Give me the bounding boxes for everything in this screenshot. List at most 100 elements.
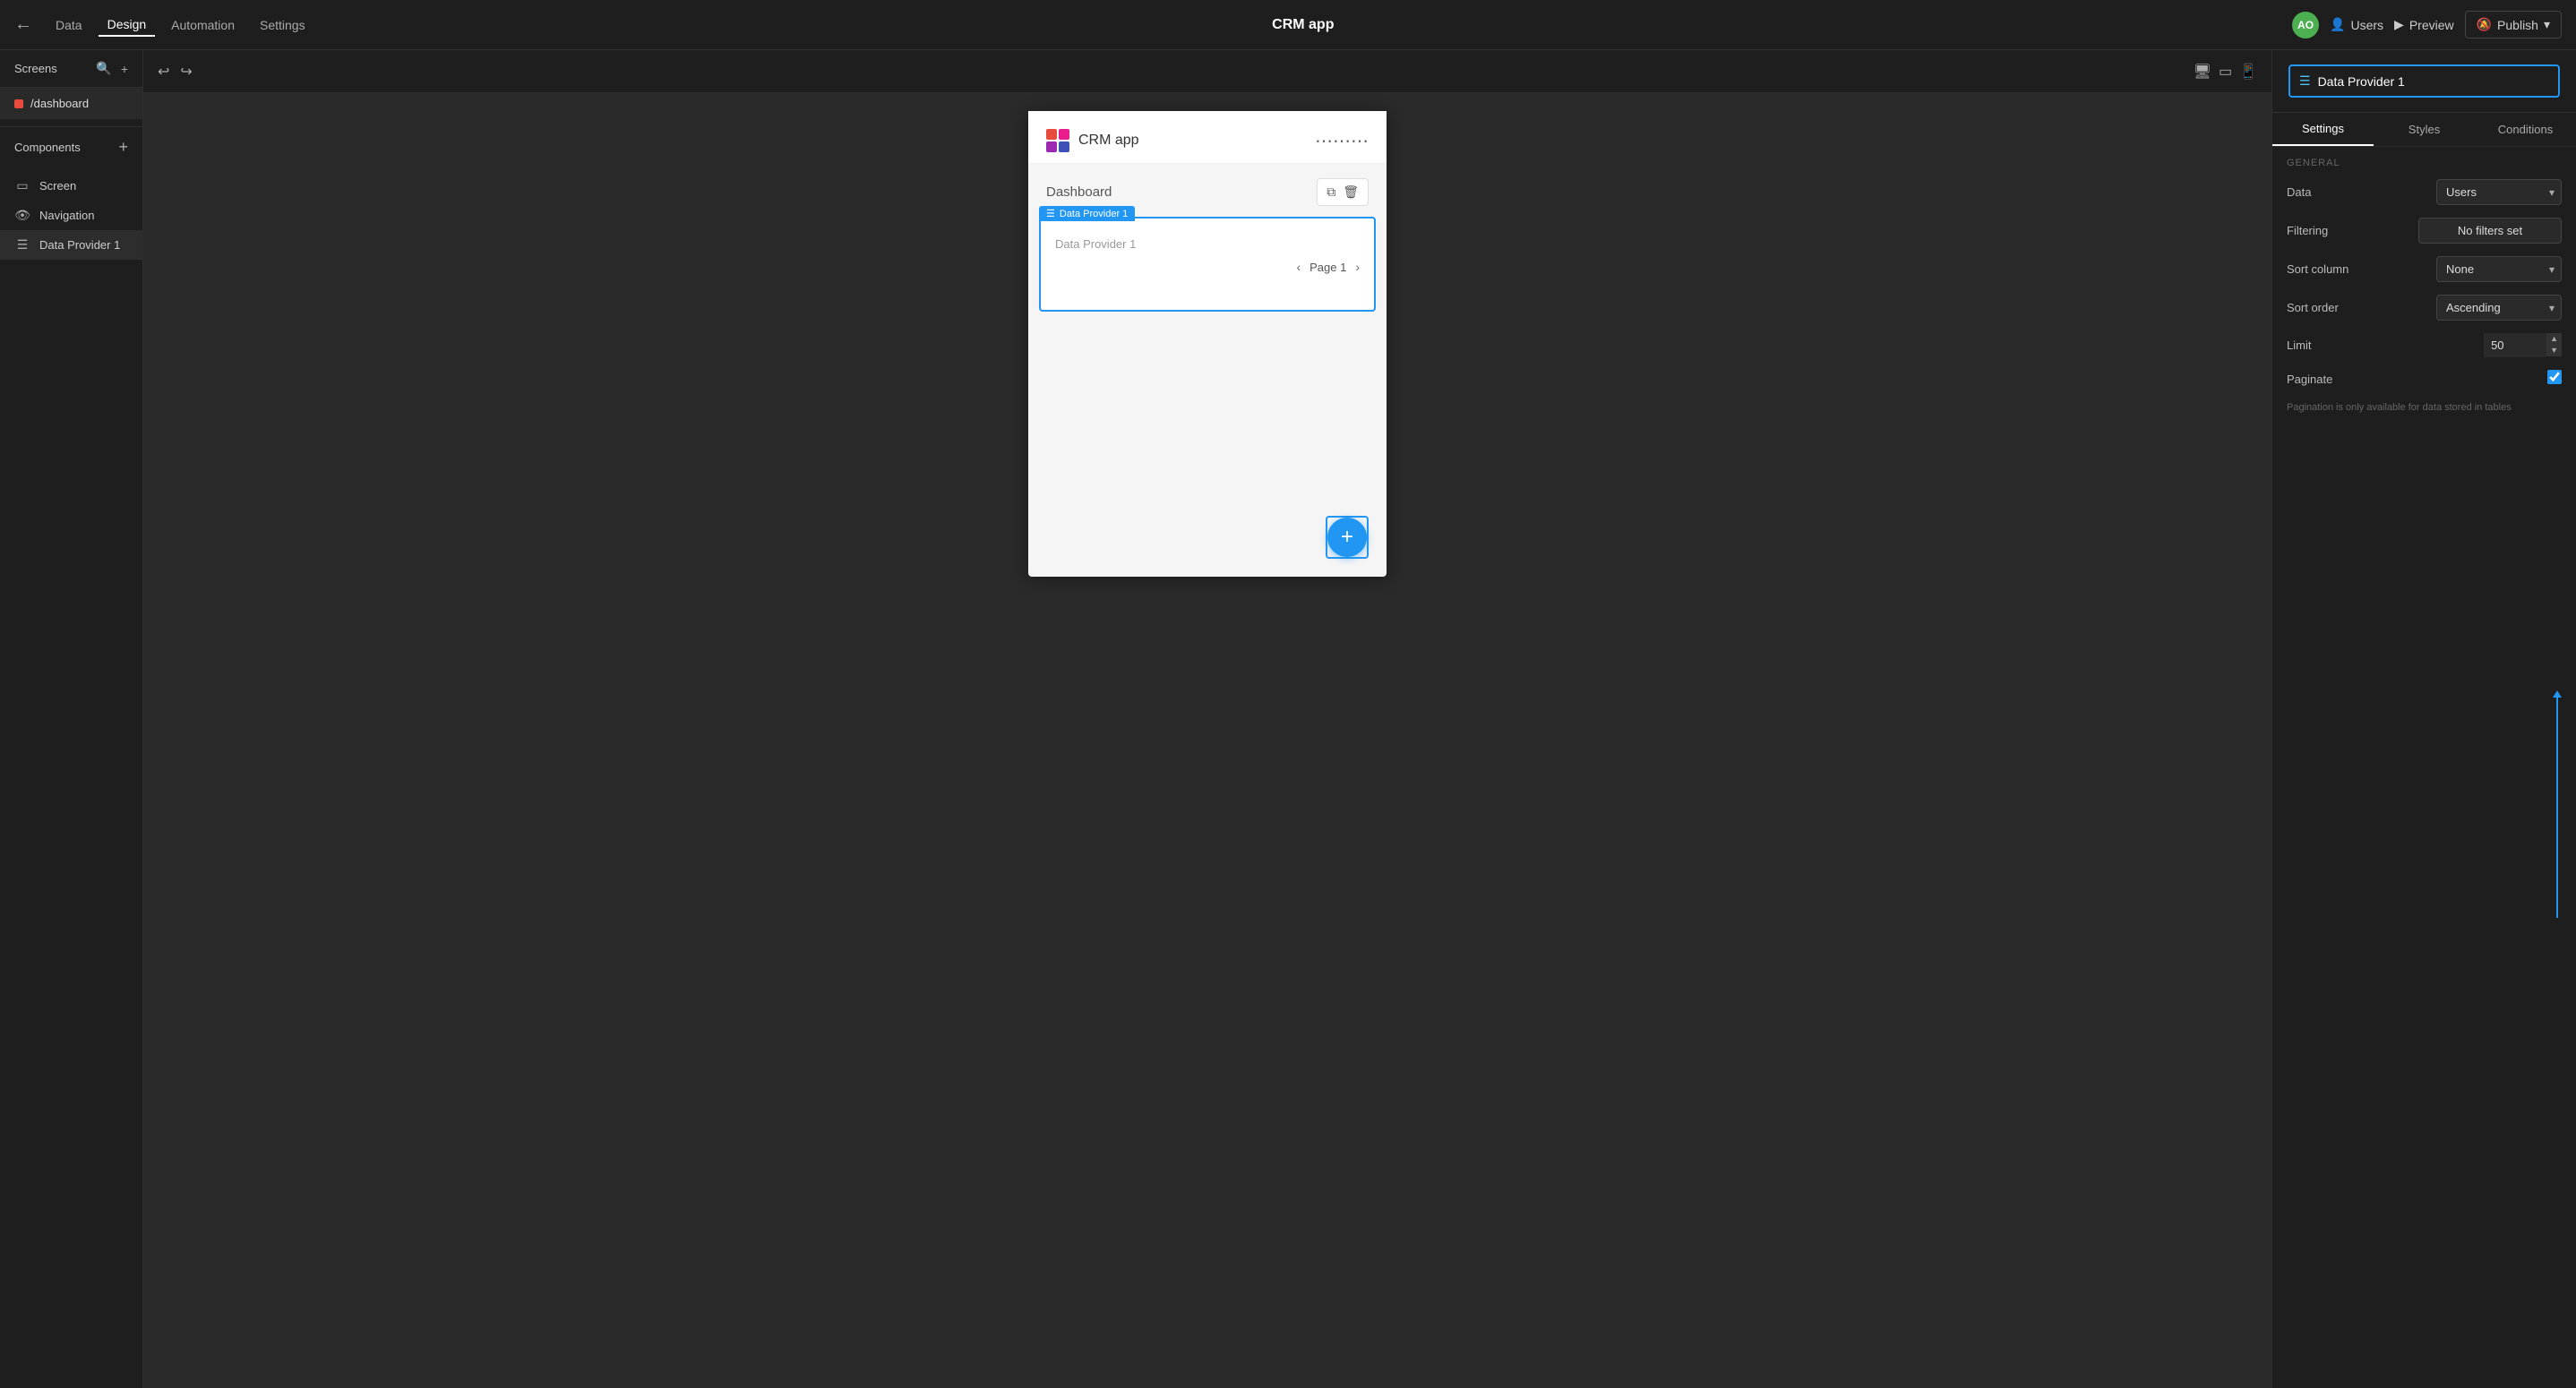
- limit-decrement-button[interactable]: ▼: [2546, 345, 2562, 356]
- fab-area: +: [1326, 516, 1369, 559]
- top-nav-right: AO 👤 Users ▶ Preview 🔕 Publish ▾: [2292, 11, 2562, 39]
- filter-button[interactable]: No filters set: [2418, 218, 2562, 244]
- component-item-dataprovider[interactable]: ☰ Data Provider 1: [0, 230, 142, 260]
- top-navigation: ← Data Design Automation Settings CRM ap…: [0, 0, 2576, 50]
- rph-title: Data Provider 1: [2318, 74, 2549, 89]
- data-setting-row: Data Users: [2287, 179, 2562, 205]
- desktop-view-button[interactable]: 🖥: [2194, 63, 2211, 81]
- logo-sq-red: [1046, 129, 1057, 140]
- nav-automation[interactable]: Automation: [162, 14, 244, 36]
- panel-tabs: Settings Styles Conditions: [2272, 113, 2576, 147]
- fab-button[interactable]: +: [1327, 518, 1367, 557]
- logo-sq-blue: [1059, 141, 1069, 152]
- nav-data[interactable]: Data: [47, 14, 91, 36]
- sort-column-dropdown[interactable]: None: [2436, 256, 2562, 282]
- preview-icon: ▶: [2394, 17, 2404, 32]
- limit-spinners: ▲ ▼: [2546, 333, 2562, 357]
- limit-increment-button[interactable]: ▲: [2546, 333, 2562, 345]
- right-panel-arrow-area: [2272, 425, 2576, 1388]
- screen-item-dashboard[interactable]: /dashboard: [0, 88, 142, 119]
- general-section-title: GENERAL: [2287, 158, 2562, 168]
- sort-order-label: Sort order: [2287, 301, 2339, 314]
- back-button[interactable]: ←: [14, 14, 32, 35]
- limit-setting-row: Limit ▲ ▼: [2287, 333, 2562, 357]
- navigation-comp-icon: 👁: [14, 208, 30, 223]
- general-section: GENERAL Data Users Filtering No filters …: [2272, 147, 2576, 425]
- nav-design[interactable]: Design: [99, 13, 156, 37]
- data-provider-tag: ☰ Data Provider 1: [1039, 206, 1135, 221]
- main-layout: Screens 🔍 + /dashboard Components + ▭ Sc…: [0, 50, 2576, 1388]
- dashboard-label: Dashboard: [1046, 184, 1112, 200]
- tablet-view-button[interactable]: ▭: [2219, 63, 2232, 81]
- app-name-label: CRM app: [1078, 133, 1139, 149]
- publish-mute-icon: 🔕: [2477, 17, 2492, 32]
- tab-settings[interactable]: Settings: [2272, 113, 2374, 146]
- tab-conditions[interactable]: Conditions: [2475, 113, 2576, 146]
- blue-arrow-line: [2556, 694, 2558, 918]
- screen-comp-icon: ▭: [14, 178, 30, 193]
- rph-icon: ☰: [2299, 73, 2311, 89]
- filtering-setting-row: Filtering No filters set: [2287, 218, 2562, 244]
- data-provider-wrapper: ☰ Data Provider 1 Data Provider 1 ‹ Page…: [1039, 217, 1376, 312]
- dp-pagination: ‹ Page 1 ›: [1055, 253, 1360, 274]
- canvas-content: CRM app ⋯⋯⋯ Dashboard ⧉ 🗑 ☰ Dat: [143, 93, 2271, 1388]
- nav-settings[interactable]: Settings: [251, 14, 314, 36]
- users-label: Users: [2350, 18, 2383, 32]
- sort-order-setting-row: Sort order Ascending Descending: [2287, 295, 2562, 321]
- component-item-navigation[interactable]: 👁 Navigation: [0, 201, 142, 230]
- screen-item-label: /dashboard: [30, 97, 89, 110]
- data-dropdown[interactable]: Users: [2436, 179, 2562, 205]
- delete-button[interactable]: 🗑: [1343, 184, 1359, 200]
- screen-dot: [14, 99, 23, 108]
- limit-label: Limit: [2287, 338, 2311, 352]
- undo-button[interactable]: ↩: [158, 63, 169, 81]
- dataprovider-comp-icon: ☰: [14, 237, 30, 253]
- dp-body-label: Data Provider 1: [1055, 237, 1136, 251]
- component-dataprovider-label: Data Provider 1: [39, 238, 120, 252]
- users-button[interactable]: 👤 Users: [2330, 17, 2383, 32]
- page-label: Page 1: [1309, 261, 1346, 274]
- app-title: CRM app: [322, 17, 2285, 33]
- copy-button[interactable]: ⧉: [1327, 184, 1335, 200]
- paginate-checkbox[interactable]: [2547, 370, 2562, 384]
- sort-column-setting-row: Sort column None: [2287, 256, 2562, 282]
- data-provider-body: Data Provider 1 ‹ Page 1 ›: [1041, 218, 1374, 310]
- preview-button[interactable]: ▶ Preview: [2394, 17, 2454, 32]
- canvas-area: ↩ ↪ 🖥 ▭ 📱: [143, 50, 2271, 1388]
- users-icon: 👤: [2330, 17, 2345, 32]
- paginate-control: [2547, 370, 2562, 389]
- components-title: Components: [14, 141, 81, 154]
- tab-styles[interactable]: Styles: [2374, 113, 2475, 146]
- redo-button[interactable]: ↪: [180, 63, 192, 81]
- dp-tag-icon: ☰: [1046, 208, 1055, 219]
- add-screen-button[interactable]: +: [121, 61, 128, 76]
- dp-tag-label: Data Provider 1: [1060, 209, 1128, 219]
- search-button[interactable]: 🔍: [96, 61, 111, 76]
- screens-header: Screens 🔍 +: [0, 50, 142, 88]
- limit-input[interactable]: [2484, 333, 2546, 357]
- blue-arrow-head: [2553, 690, 2562, 698]
- canvas-toolbar: ↩ ↪ 🖥 ▭ 📱: [143, 50, 2271, 93]
- publish-button[interactable]: 🔕 Publish ▾: [2465, 11, 2562, 39]
- components-header: Components +: [0, 126, 142, 167]
- sort-column-label: Sort column: [2287, 262, 2348, 276]
- right-panel-header-box: ☰ Data Provider 1: [2288, 64, 2560, 98]
- preview-label: Preview: [2409, 18, 2454, 32]
- next-page-button[interactable]: ›: [1355, 260, 1360, 274]
- grid-icon: ⋯⋯⋯: [1315, 130, 1369, 152]
- chevron-down-icon: ▾: [2544, 17, 2550, 32]
- sort-order-dropdown[interactable]: Ascending Descending: [2436, 295, 2562, 321]
- component-list: ▭ Screen 👁 Navigation ☰ Data Provider 1: [0, 167, 142, 263]
- right-panel-header-area: ☰ Data Provider 1: [2272, 50, 2576, 113]
- component-item-screen[interactable]: ▭ Screen: [0, 171, 142, 201]
- sort-order-dropdown-wrapper: Ascending Descending: [2436, 295, 2562, 321]
- prev-page-button[interactable]: ‹: [1296, 260, 1301, 274]
- add-component-button[interactable]: +: [118, 138, 128, 157]
- mobile-view-button[interactable]: 📱: [2239, 63, 2257, 81]
- dashboard-actions: ⧉ 🗑: [1317, 178, 1369, 206]
- sort-column-dropdown-wrapper: None: [2436, 256, 2562, 282]
- publish-label: Publish: [2497, 18, 2538, 32]
- app-frame-header: CRM app ⋯⋯⋯: [1028, 111, 1387, 164]
- screens-title: Screens: [14, 62, 57, 75]
- screens-icons: 🔍 +: [96, 61, 128, 76]
